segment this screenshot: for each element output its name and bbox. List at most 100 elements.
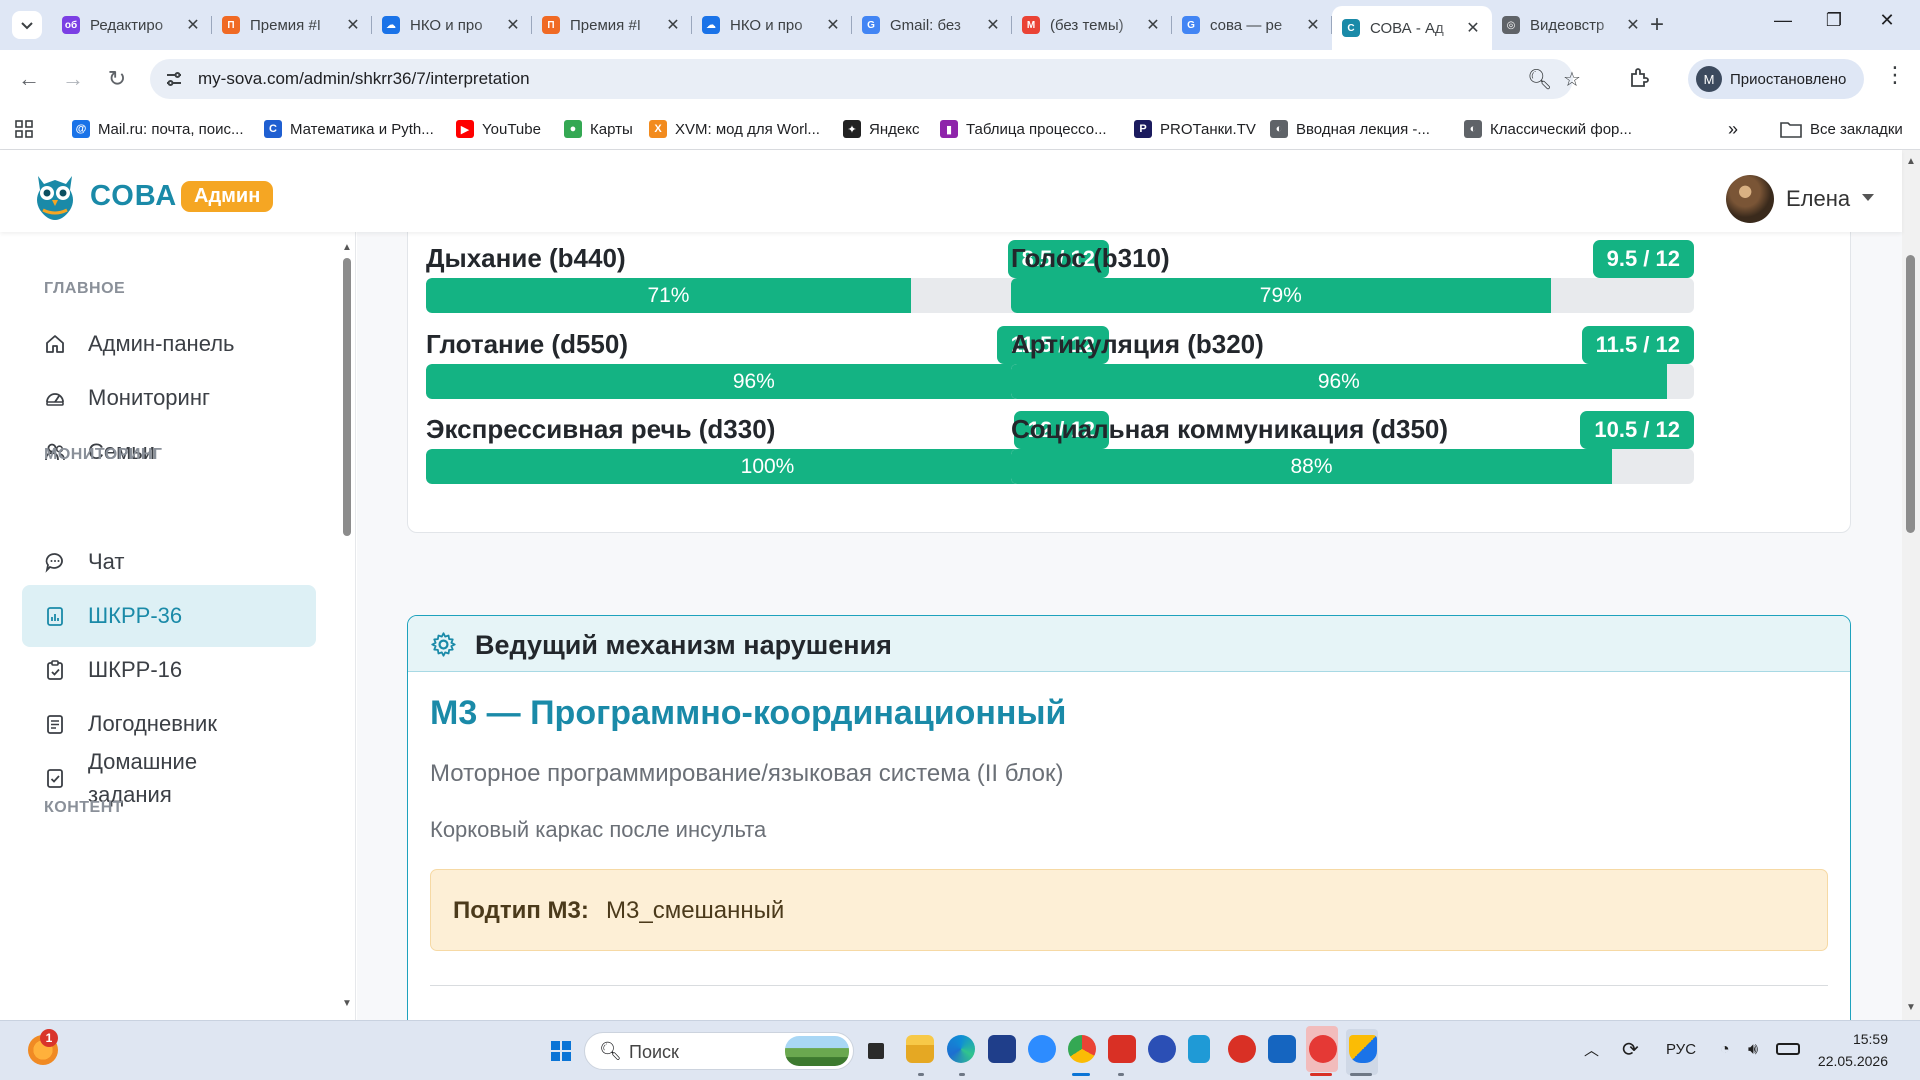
bookmark-item[interactable]: ◐ Вводная лекция -... <box>1270 108 1430 150</box>
running-indicator <box>1118 1073 1124 1076</box>
close-icon[interactable]: ✕ <box>1304 15 1322 35</box>
sidebar-item-shkrr-36[interactable]: ШКРР-36 <box>22 585 316 647</box>
outlook-icon[interactable] <box>1268 1035 1296 1063</box>
video-app-icon[interactable] <box>1108 1035 1136 1063</box>
close-icon[interactable]: ✕ <box>1464 18 1482 38</box>
browser-tab[interactable]: П Премия #I ✕ <box>532 6 692 44</box>
profile-button[interactable]: M Приостановлено <box>1688 59 1864 99</box>
caret-down-icon[interactable] <box>1862 194 1874 201</box>
language-indicator[interactable]: РУС <box>1666 1041 1696 1058</box>
zoom-icon[interactable]: 🔍︎ <box>1527 67 1552 92</box>
zoom-app-icon[interactable] <box>1028 1035 1056 1063</box>
browser-tab[interactable]: M (без темы) ✕ <box>1012 6 1172 44</box>
logo-text[interactable]: СОВА <box>90 180 177 213</box>
tab-favicon-icon: M <box>1022 16 1040 34</box>
chrome-icon[interactable] <box>1068 1035 1096 1063</box>
browser-tab[interactable]: П Премия #I ✕ <box>212 6 372 44</box>
clock-time[interactable]: 15:59 <box>1826 1031 1888 1047</box>
bookmark-item[interactable]: ▶ YouTube <box>456 108 541 150</box>
file-explorer-icon[interactable] <box>906 1035 934 1063</box>
clock-date[interactable]: 22.05.2026 <box>1806 1053 1888 1069</box>
browser-tab[interactable]: С СОВА - Ад ✕ <box>1332 6 1492 50</box>
back-button[interactable]: ← <box>14 64 44 94</box>
close-icon[interactable]: ✕ <box>504 15 522 35</box>
bookmark-label: Вводная лекция -... <box>1296 120 1430 138</box>
task-view-icon[interactable] <box>868 1043 884 1059</box>
more-bookmarks-button[interactable]: » <box>1728 108 1738 150</box>
media-app-icon[interactable] <box>1228 1035 1256 1063</box>
bookmark-favicon-icon: ◐ <box>1270 120 1288 138</box>
bookmark-item[interactable]: X XVM: мод для Worl... <box>649 108 820 150</box>
sidebar-scroll-thumb[interactable] <box>343 258 351 536</box>
volume-icon[interactable]: 🔊︎ <box>1748 1041 1758 1059</box>
shield-icon[interactable] <box>1349 1035 1377 1063</box>
subtype-box: Подтип М3: М3_смешанный <box>430 869 1828 951</box>
bookmark-item[interactable]: @ Mail.ru: почта, поис... <box>72 108 244 150</box>
bookmark-star-icon[interactable]: ☆ <box>1563 67 1581 92</box>
bookmark-item[interactable]: C Математика и Pyth... <box>264 108 434 150</box>
bookmark-favicon-icon: ✦ <box>843 120 861 138</box>
store-icon[interactable] <box>988 1035 1016 1063</box>
edge-icon[interactable] <box>947 1035 975 1063</box>
sidebar-item-monitoring[interactable]: Мониторинг <box>22 367 316 429</box>
bookmark-label: YouTube <box>482 120 541 138</box>
url-text[interactable]: my-sova.com/admin/shkrr36/7/interpretati… <box>198 69 530 89</box>
sidebar-item-shkrr-16[interactable]: ШКРР-16 <box>22 639 316 701</box>
bookmark-item[interactable]: ▮ Таблица процессо... <box>940 108 1107 150</box>
browser-tab[interactable]: ◎ Видеовстр ✕ <box>1492 6 1652 44</box>
progress-bar-percent: 79% <box>1259 284 1302 307</box>
page-scroll-thumb[interactable] <box>1906 255 1915 533</box>
site-settings-icon[interactable] <box>164 69 184 89</box>
close-window-button[interactable]: ✕ <box>1872 10 1902 31</box>
forward-button[interactable]: → <box>58 64 88 94</box>
new-tab-button[interactable]: + <box>1650 11 1664 39</box>
wifi-icon[interactable]: ◔ <box>1720 1041 1730 1059</box>
sidebar-item-chat[interactable]: Чат <box>22 531 316 593</box>
yandex-browser-icon[interactable] <box>1309 1035 1337 1063</box>
browser-tab[interactable]: G Gmail: без ✕ <box>852 6 1012 44</box>
extensions-icon[interactable] <box>1628 66 1652 90</box>
close-icon[interactable]: ✕ <box>824 15 842 35</box>
scroll-down-arrow-icon[interactable]: ▼ <box>342 998 352 1009</box>
close-icon[interactable]: ✕ <box>344 15 362 35</box>
bookmark-item[interactable]: ✦ Яндекс <box>843 108 919 150</box>
close-icon[interactable]: ✕ <box>1144 15 1162 35</box>
windows-start-icon[interactable] <box>550 1040 572 1062</box>
tab-title: Премия #I <box>570 16 641 34</box>
sync-icon[interactable]: ⟳ <box>1622 1037 1639 1062</box>
browser-tab[interactable]: ☁ НКО и про ✕ <box>692 6 852 44</box>
close-icon[interactable]: ✕ <box>184 15 202 35</box>
apps-grid-icon[interactable] <box>14 119 34 139</box>
minimize-button[interactable]: — <box>1768 10 1798 31</box>
photos-app-icon[interactable] <box>1148 1035 1176 1063</box>
page-scroll-up-arrow-icon[interactable]: ▲ <box>1906 156 1916 167</box>
browser-tab[interactable]: ☁ НКО и про ✕ <box>372 6 532 44</box>
browser-tab[interactable]: Gсова — ре ✕ <box>1172 6 1332 44</box>
reload-button[interactable]: ↻ <box>102 64 132 94</box>
user-avatar[interactable] <box>1726 175 1774 223</box>
battery-icon[interactable] <box>1776 1043 1800 1055</box>
bookmark-item[interactable]: ◐ Классический фор... <box>1464 108 1632 150</box>
tray-overflow-icon[interactable]: ︿ <box>1584 1039 1599 1060</box>
running-indicator <box>1072 1073 1090 1076</box>
maximize-button[interactable]: ❐ <box>1819 10 1849 31</box>
address-bar[interactable]: my-sova.com/admin/shkrr36/7/interpretati… <box>150 59 1581 99</box>
tab-favicon-icon: ☁ <box>702 16 720 34</box>
user-name[interactable]: Елена <box>1786 186 1850 212</box>
close-icon[interactable]: ✕ <box>984 15 1002 35</box>
browser-tab-strip: об Редактиро ✕ П Премия #I ✕ ☁ НКО и про ✕ П Преми… <box>0 0 1920 50</box>
taskbar-search[interactable]: 🔍︎ Поиск <box>584 1032 854 1070</box>
notepad-icon[interactable] <box>1188 1035 1210 1063</box>
owl-logo-icon[interactable] <box>30 170 80 222</box>
bookmark-item[interactable]: ● Карты <box>564 108 633 150</box>
close-icon[interactable]: ✕ <box>1624 15 1642 35</box>
sidebar-item-admin-panel[interactable]: Админ-панель <box>22 313 316 375</box>
all-bookmarks-button[interactable]: Все закладки <box>1780 108 1903 150</box>
page-scroll-down-arrow-icon[interactable]: ▼ <box>1906 1002 1916 1013</box>
scroll-up-arrow-icon[interactable]: ▲ <box>342 242 352 253</box>
tab-search-button[interactable] <box>12 11 42 39</box>
browser-menu-icon[interactable]: ⋮ <box>1884 62 1906 88</box>
close-icon[interactable]: ✕ <box>664 15 682 35</box>
bookmark-item[interactable]: P PROТанки.TV <box>1134 108 1256 150</box>
browser-tab[interactable]: об Редактиро ✕ <box>52 6 212 44</box>
